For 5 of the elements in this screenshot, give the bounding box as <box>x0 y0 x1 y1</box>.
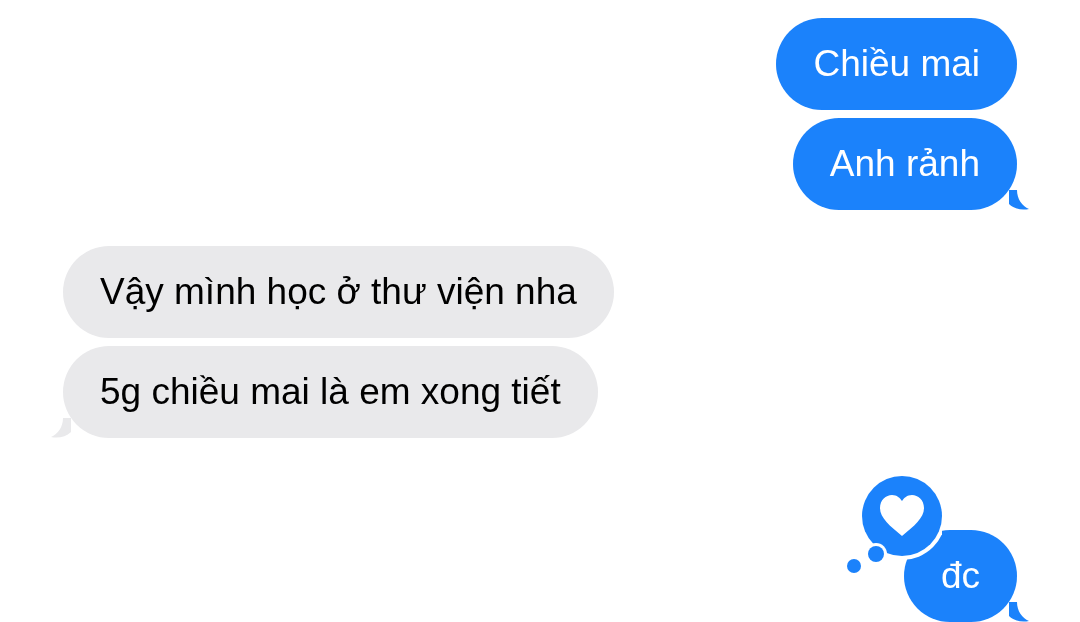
sent-message-bubble: Chiều mai <box>776 18 1017 110</box>
sent-message-bubble: đc <box>903 530 1017 622</box>
received-message-bubble: 5g chiều mai là em xong tiết <box>63 346 598 438</box>
sent-message-bubble: Anh rảnh <box>792 118 1017 210</box>
received-message-bubble: Vậy mình học ở thư viện nha <box>63 246 614 338</box>
